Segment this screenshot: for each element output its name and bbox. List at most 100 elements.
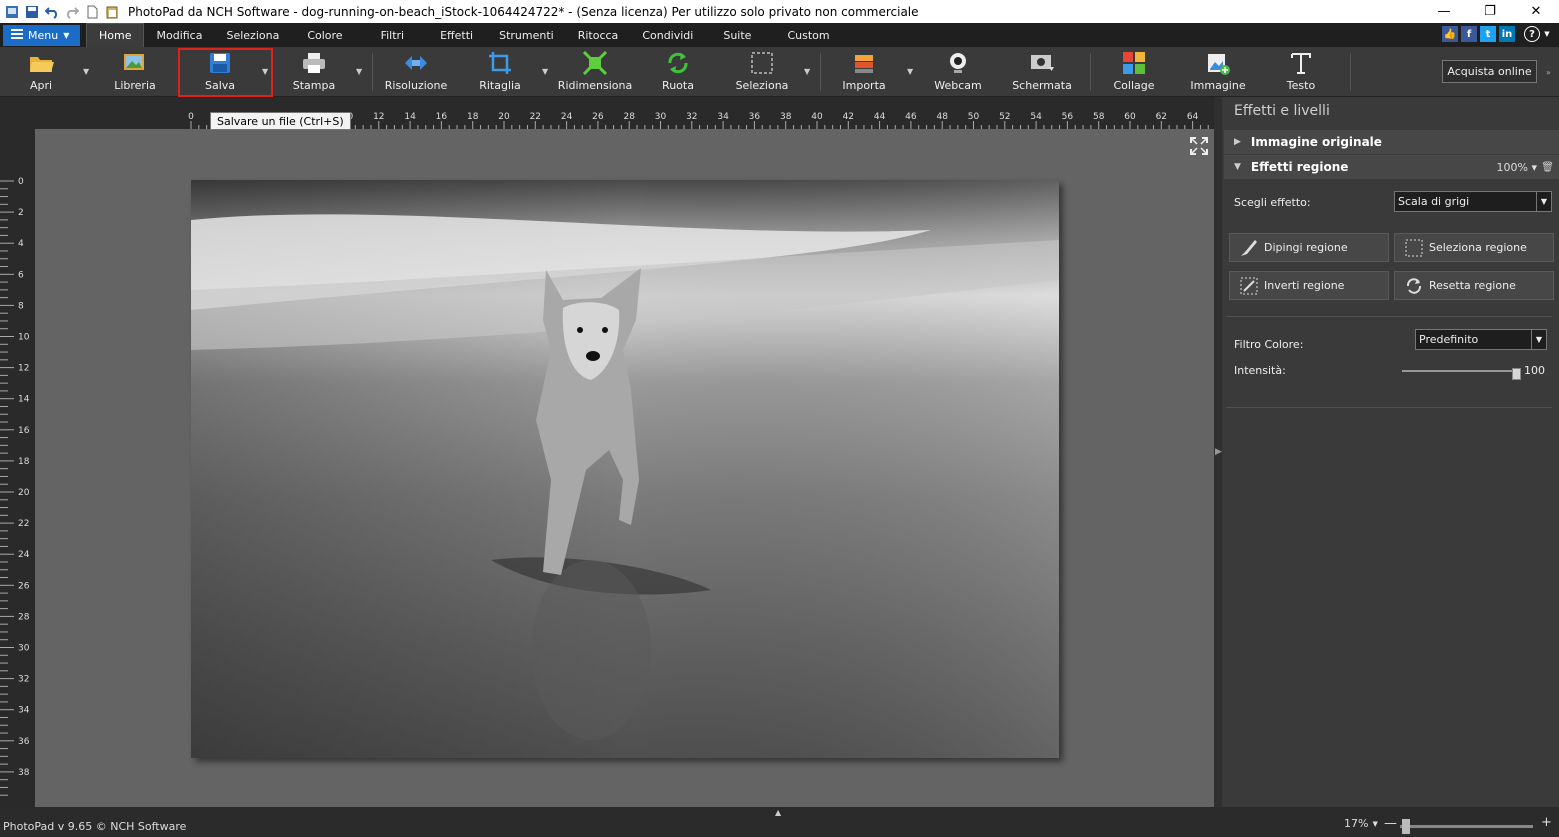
ruler-tick-label: 26 [592, 112, 604, 122]
import-dropdown-icon[interactable]: ▼ [907, 67, 913, 76]
tab-custom[interactable]: Custom [769, 23, 847, 47]
restore-icon[interactable]: ❐ [1467, 0, 1513, 22]
ruler-tick-label: 20 [498, 112, 510, 122]
crop-button[interactable]: Ritaglia [479, 47, 521, 97]
tab-colore[interactable]: Colore [291, 23, 358, 47]
library-label: Libreria [114, 79, 156, 92]
vertical-ruler: 0 2 4 6 8 10 12 14 16 18 20 22 24 26 28 30 32 34 36 38 [0, 129, 35, 807]
redo-icon[interactable] [64, 4, 80, 20]
effect-select[interactable]: Scala di grigi ▼ [1394, 191, 1552, 212]
invert-region-button[interactable]: Inverti regione [1229, 271, 1389, 300]
tab-condividi[interactable]: Condividi [630, 23, 705, 47]
region-effects-section[interactable]: ▼ Effetti regione 100% ▾ 🗑 [1224, 155, 1559, 179]
new-file-icon[interactable] [84, 4, 100, 20]
crop-dropdown-icon[interactable]: ▼ [542, 67, 548, 76]
zoom-level[interactable]: 17% ▼ [1344, 817, 1378, 830]
ruler-tick-label: 16 [18, 426, 30, 436]
image-button[interactable]: Immagine [1190, 47, 1246, 97]
ruler-tick-label: 0 [18, 177, 24, 187]
tab-seleziona[interactable]: Seleziona [214, 23, 291, 47]
region-opacity[interactable]: 100% ▾ [1497, 161, 1537, 174]
ruler-tick-label: 30 [655, 112, 667, 122]
select-dropdown-icon[interactable]: ▼ [804, 67, 810, 76]
ruler-tick-label: 22 [18, 519, 29, 529]
paint-region-label: Dipingi regione [1264, 241, 1348, 254]
tab-suite[interactable]: Suite [705, 23, 769, 47]
color-filter-select[interactable]: Predefinito ▼ [1415, 329, 1547, 350]
library-button[interactable]: Libreria [113, 47, 157, 97]
zoom-out-icon[interactable]: — [1384, 816, 1397, 831]
tab-home[interactable]: Home [86, 23, 145, 47]
collage-button[interactable]: Collage [1112, 47, 1156, 97]
ruler-tick-label: 12 [373, 112, 384, 122]
tab-ritocca[interactable]: Ritocca [566, 23, 631, 47]
import-icon [851, 50, 877, 76]
triangle-right-icon: ▶ [1234, 137, 1241, 147]
trash-icon[interactable]: 🗑 [1541, 162, 1554, 173]
paint-region-button[interactable]: Dipingi regione [1229, 233, 1389, 262]
resize-button[interactable]: Ridimensiona [558, 47, 632, 97]
ruler-tick-label: 48 [936, 112, 948, 122]
save-icon[interactable] [24, 4, 40, 20]
ruler-tick-label: 4 [18, 239, 24, 249]
intensity-slider-thumb[interactable] [1512, 368, 1521, 380]
invert-region-label: Inverti regione [1264, 279, 1345, 292]
zoom-slider-track[interactable] [1400, 825, 1533, 828]
dog-photo[interactable] [191, 180, 1059, 758]
tab-modifica[interactable]: Modifica [144, 23, 214, 47]
screenshot-button[interactable]: Schermata [1012, 47, 1072, 97]
ruler-tick-label: 62 [1156, 112, 1167, 122]
webcam-icon [945, 50, 971, 76]
rotate-icon [665, 50, 691, 76]
like-icon[interactable]: 👍 [1442, 26, 1458, 42]
tab-filtri[interactable]: Filtri [359, 23, 427, 47]
panel-toggle-arrow-icon[interactable]: ▶ [1215, 447, 1222, 457]
ruler-tick-label: 38 [780, 112, 792, 122]
intensity-slider-track[interactable] [1402, 370, 1520, 372]
webcam-button[interactable]: Webcam [934, 47, 982, 97]
open-dropdown-icon[interactable]: ▼ [83, 67, 89, 76]
paste-icon[interactable] [104, 4, 120, 20]
select-button[interactable]: Seleziona [736, 47, 788, 97]
ruler-tick-label: 18 [18, 457, 30, 467]
ruler-tick-label: 10 [18, 333, 30, 343]
print-dropdown-icon[interactable]: ▼ [356, 67, 362, 76]
toolbar-overflow-icon[interactable]: » [1546, 68, 1551, 77]
toolbar-separator [372, 53, 373, 91]
zoom-slider-thumb[interactable] [1402, 819, 1410, 834]
zoom-in-icon[interactable]: + [1541, 815, 1552, 830]
import-button[interactable]: Importa [842, 47, 886, 97]
status-bar: PhotoPad v 9.65 © NCH Software [0, 816, 1559, 837]
rotate-button[interactable]: Ruota [660, 47, 696, 97]
select-region-button[interactable]: Seleziona regione [1394, 233, 1554, 262]
original-image-label: Immagine originale [1250, 135, 1382, 149]
linkedin-icon[interactable]: in [1499, 26, 1515, 42]
ruler-tick-label: 8 [18, 301, 24, 311]
tab-strumenti[interactable]: Strumenti [487, 23, 566, 47]
resolution-button[interactable]: Risoluzione [385, 47, 447, 97]
reset-region-button[interactable]: Resetta regione [1394, 271, 1554, 300]
ruler-tick-label: 2 [18, 208, 24, 218]
help-dropdown-icon[interactable]: ▼ [1543, 26, 1551, 42]
original-image-section[interactable]: ▶ Immagine originale [1224, 130, 1559, 154]
close-icon[interactable]: ✕ [1513, 0, 1559, 22]
open-button[interactable]: Apri [24, 47, 58, 97]
minimize-icon[interactable]: — [1421, 0, 1467, 22]
print-button[interactable]: Stampa [293, 47, 335, 97]
buy-online-button[interactable]: Acquista online [1442, 60, 1537, 83]
folder-icon [28, 50, 54, 76]
twitter-icon[interactable]: t [1480, 26, 1496, 42]
ruler-tick-label: 58 [1093, 112, 1105, 122]
help-icon[interactable]: ? [1524, 26, 1540, 42]
app-icon[interactable] [4, 4, 20, 20]
facebook-icon[interactable]: f [1461, 26, 1477, 42]
ruler-tick-label: 18 [467, 112, 479, 122]
select-region-label: Seleziona regione [1429, 241, 1527, 254]
fullscreen-icon[interactable] [1190, 137, 1208, 155]
toolbar-separator [820, 53, 821, 91]
menu-button[interactable]: Menu ▼ [3, 24, 80, 46]
tab-effetti[interactable]: Effetti [426, 23, 487, 47]
collage-icon [1121, 50, 1147, 76]
undo-icon[interactable] [44, 4, 60, 20]
text-button[interactable]: Testo [1284, 47, 1318, 97]
